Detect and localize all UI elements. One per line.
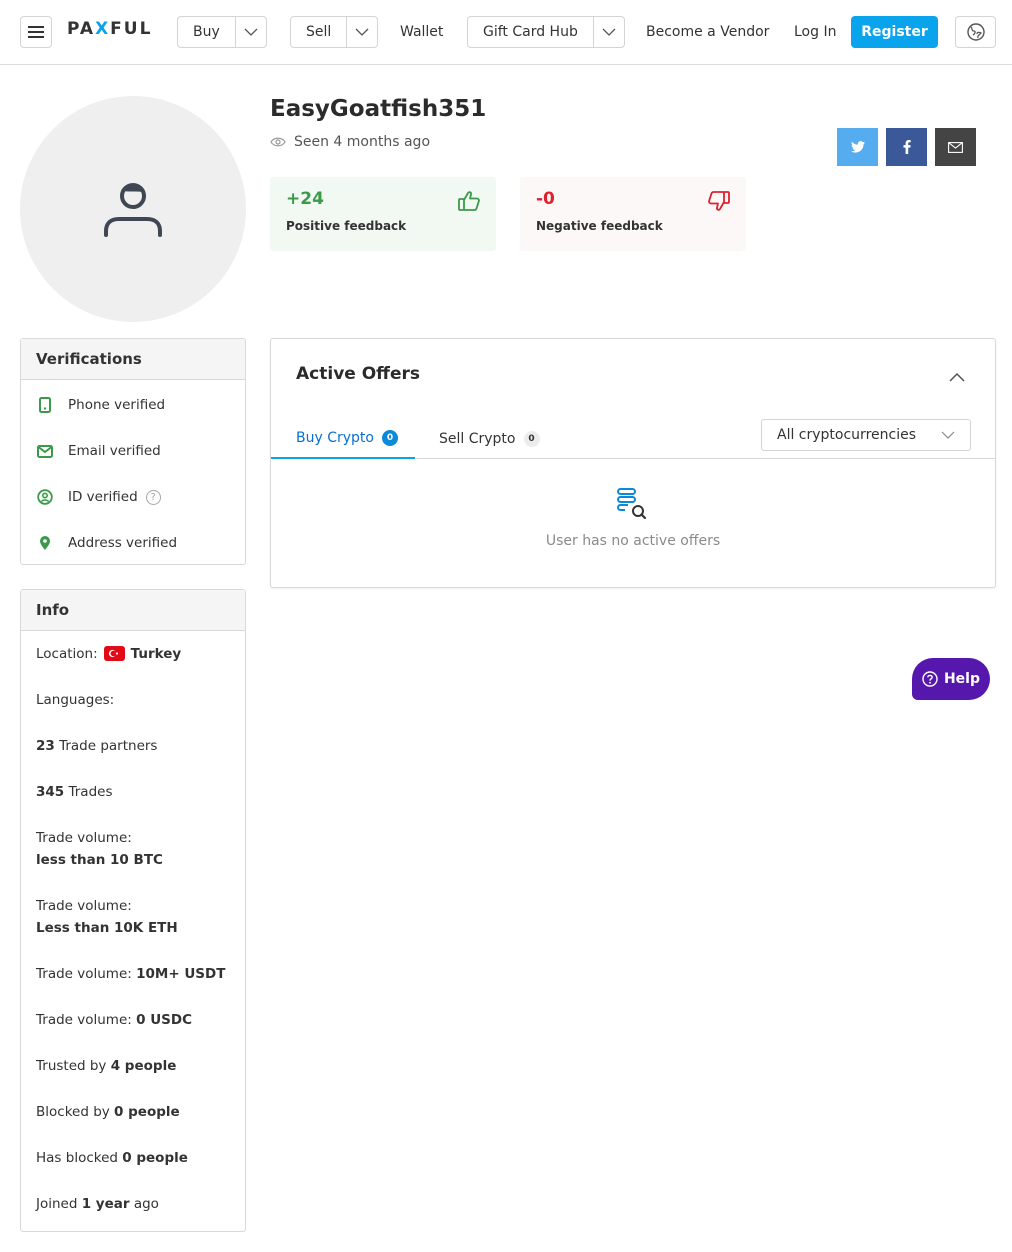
sell-count-badge: 0: [523, 431, 540, 447]
info-has-blocked: Has blocked 0 people: [36, 1150, 188, 1166]
gift-card-hub-menu: Gift Card Hub: [467, 16, 625, 48]
help-button[interactable]: Help: [912, 658, 990, 700]
login-link[interactable]: Log In: [794, 16, 836, 48]
username: EasyGoatfish351: [270, 96, 487, 122]
hamburger-icon: [28, 26, 44, 38]
share-facebook-button[interactable]: [886, 128, 927, 166]
buy-menu: Buy: [177, 16, 267, 48]
info-blocked-by: Blocked by 0 people: [36, 1104, 180, 1120]
empty-state: User has no active offers: [271, 487, 995, 549]
tab-sell-crypto[interactable]: Sell Crypto 0: [439, 419, 540, 459]
info-trades: 345 Trades: [36, 784, 113, 800]
chevron-down-icon: [355, 28, 369, 36]
language-button[interactable]: [955, 16, 996, 48]
negative-feedback-count: -0: [536, 189, 555, 209]
collapse-button[interactable]: [949, 367, 965, 386]
info-volume-usdc: Trade volume: 0 USDC: [36, 1012, 193, 1028]
chevron-down-icon: [602, 28, 616, 36]
sell-dropdown-toggle[interactable]: [346, 17, 377, 47]
paxful-logo[interactable]: PAXFUL: [67, 19, 152, 39]
verification-address: Address verified: [21, 520, 245, 566]
become-vendor-link[interactable]: Become a Vendor: [646, 16, 769, 48]
list-search-icon: [616, 488, 647, 520]
info-volume-eth: Trade volume: Less than 10K ETH: [36, 898, 178, 936]
negative-feedback-card[interactable]: -0 Negative feedback: [520, 177, 746, 251]
chevron-down-icon: [941, 431, 955, 439]
id-user-icon: [37, 489, 53, 505]
last-seen-text: Seen 4 months ago: [294, 134, 431, 150]
info-location: Location: Turkey: [36, 646, 182, 662]
verification-label: ID verified: [68, 489, 138, 505]
negative-feedback-label: Negative feedback: [536, 219, 663, 233]
avatar: [20, 96, 246, 322]
verification-label: Address verified: [68, 535, 178, 551]
verification-email: Email verified: [21, 428, 245, 474]
active-offers-title: Active Offers: [296, 364, 420, 384]
sell-button[interactable]: Sell: [291, 17, 346, 47]
gift-card-hub-dropdown-toggle[interactable]: [592, 17, 624, 47]
chevron-up-icon: [949, 372, 965, 382]
top-nav: PAXFUL Buy Sell Wallet Gift Card Hub Bec…: [0, 0, 1012, 65]
info-trade-partners: 23 Trade partners: [36, 738, 158, 754]
phone-icon: [39, 397, 51, 413]
cryptocurrency-select[interactable]: All cryptocurrencies: [761, 419, 971, 451]
verification-phone: Phone verified: [21, 382, 245, 428]
verification-label: Email verified: [68, 443, 161, 459]
info-title: Info: [21, 590, 245, 631]
info-languages: Languages:: [36, 692, 115, 708]
positive-feedback-count: +24: [286, 189, 324, 209]
positive-feedback-label: Positive feedback: [286, 219, 407, 233]
location-value: Turkey: [130, 646, 182, 662]
turkey-flag-icon: [103, 646, 125, 661]
info-volume-usdt: Trade volume: 10M+ USDT: [36, 966, 226, 982]
share-twitter-button[interactable]: [837, 128, 878, 166]
user-icon: [104, 183, 162, 237]
active-offers-panel: Active Offers Buy Crypto 0 Sell Crypto 0…: [270, 338, 996, 588]
envelope-icon: [948, 141, 963, 153]
info-trusted-by: Trusted by 4 people: [36, 1058, 177, 1074]
info-panel: Info Location: Turkey Languages: 23 Trade…: [20, 589, 246, 1232]
info-volume-btc: Trade volume: less than 10 BTC: [36, 830, 163, 868]
share-email-button[interactable]: [935, 128, 976, 166]
location-pin-icon: [40, 536, 50, 550]
verifications-title: Verifications: [21, 339, 245, 380]
chevron-down-icon: [244, 28, 258, 36]
menu-button[interactable]: [20, 16, 52, 48]
question-circle-icon: [922, 671, 938, 687]
thumbs-up-icon: [458, 191, 480, 211]
question-mark-icon[interactable]: ?: [145, 489, 161, 505]
info-joined: Joined 1 year ago: [36, 1196, 159, 1212]
envelope-icon: [37, 444, 53, 458]
last-seen: Seen 4 months ago: [270, 134, 430, 150]
empty-state-text: User has no active offers: [545, 533, 721, 549]
sell-menu: Sell: [290, 16, 379, 48]
eye-icon: [270, 137, 286, 147]
wallet-link[interactable]: Wallet: [400, 16, 443, 48]
buy-button[interactable]: Buy: [178, 17, 235, 47]
verification-id: ID verified ?: [21, 474, 245, 520]
register-button[interactable]: Register: [851, 16, 938, 48]
twitter-icon: [850, 141, 865, 153]
gift-card-hub-button[interactable]: Gift Card Hub: [468, 17, 593, 47]
buy-count-badge: 0: [381, 430, 398, 446]
verifications-panel: Verifications Phone verified Email verif…: [20, 338, 246, 565]
thumbs-down-icon: [708, 191, 730, 211]
globe-icon: [966, 23, 985, 41]
tab-buy-crypto[interactable]: Buy Crypto 0: [271, 419, 415, 459]
facebook-icon: [903, 140, 911, 154]
buy-dropdown-toggle[interactable]: [234, 17, 266, 47]
positive-feedback-card[interactable]: +24 Positive feedback: [270, 177, 496, 251]
verification-label: Phone verified: [68, 397, 166, 413]
